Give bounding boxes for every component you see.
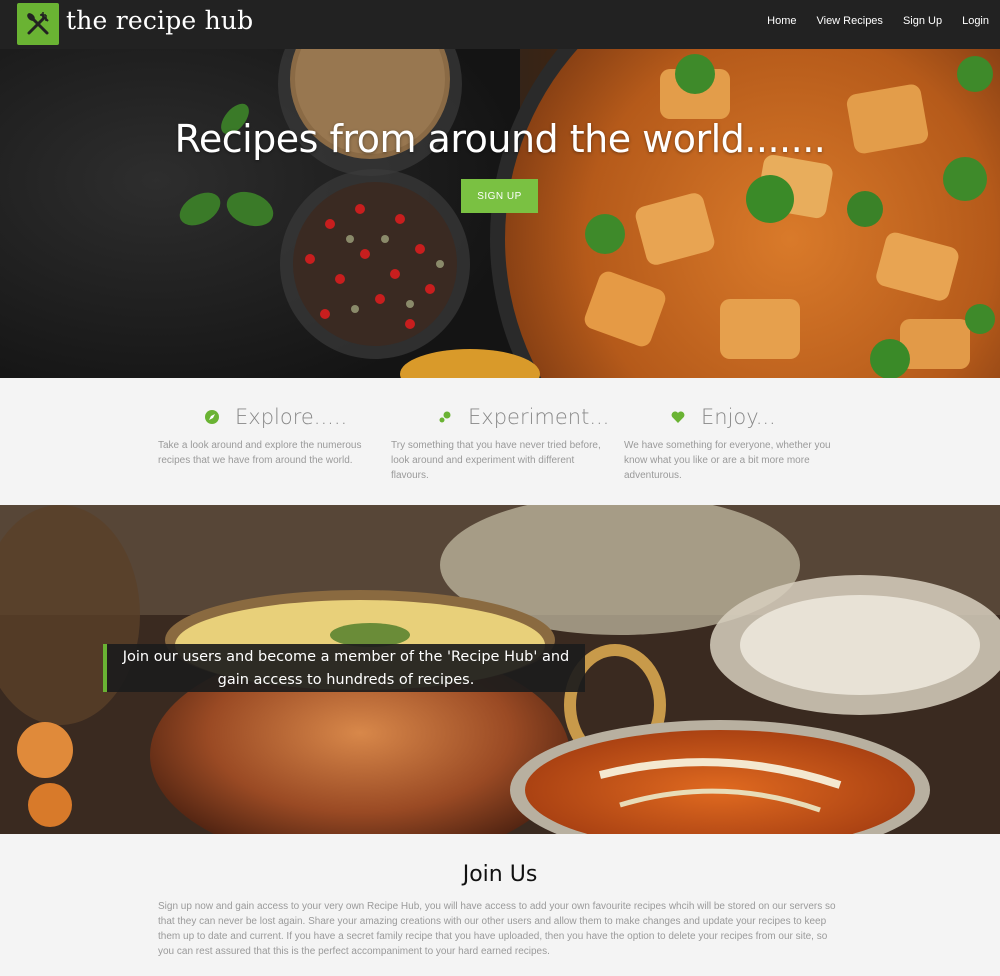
feature-text: Take a look around and explore the numer… bbox=[158, 440, 362, 466]
fork-knife-icon bbox=[27, 12, 49, 35]
feature-text: We have something for everyone, whether … bbox=[624, 440, 831, 481]
hero-sign-up-button[interactable]: SIGN UP bbox=[461, 179, 538, 213]
nav-sign-up[interactable]: Sign Up bbox=[903, 15, 942, 27]
hero-food-image bbox=[0, 49, 1000, 378]
member-banner: Join our users and become a member of th… bbox=[0, 505, 1000, 834]
feature-enjoy: Enjoy... We have something for everyone,… bbox=[624, 402, 844, 483]
flask-icon bbox=[437, 409, 453, 425]
join-section: Join Us Sign up now and gain access to y… bbox=[0, 834, 1000, 976]
banner-caption: Join our users and become a member of th… bbox=[103, 644, 585, 692]
join-title: Join Us bbox=[462, 862, 538, 887]
feature-text: Try something that you have never tried … bbox=[391, 440, 601, 481]
nav-home[interactable]: Home bbox=[767, 15, 796, 27]
nav-view-recipes[interactable]: View Recipes bbox=[816, 15, 882, 27]
features-section: Explore..... Take a look around and expl… bbox=[0, 378, 1000, 505]
nav-menu: Home View Recipes Sign Up Login bbox=[747, 15, 989, 27]
navbar: the recipe hub Home View Recipes Sign Up… bbox=[0, 0, 1000, 49]
feature-experiment: Experiment... Try something that you hav… bbox=[391, 402, 611, 483]
compass-icon bbox=[204, 409, 220, 425]
hero-title: Recipes from around the world....... bbox=[174, 117, 826, 161]
join-text: Sign up now and gain access to your very… bbox=[158, 901, 836, 957]
nav-login[interactable]: Login bbox=[962, 15, 989, 27]
feature-title: Explore..... bbox=[235, 405, 348, 429]
feature-explore: Explore..... Take a look around and expl… bbox=[158, 402, 378, 468]
feature-title: Enjoy... bbox=[701, 405, 776, 429]
heart-icon bbox=[670, 409, 686, 425]
feature-title: Experiment... bbox=[468, 405, 610, 429]
hero-banner: Recipes from around the world....... SIG… bbox=[0, 49, 1000, 378]
brand-name[interactable]: the recipe hub bbox=[66, 6, 253, 35]
logo[interactable] bbox=[17, 3, 59, 45]
